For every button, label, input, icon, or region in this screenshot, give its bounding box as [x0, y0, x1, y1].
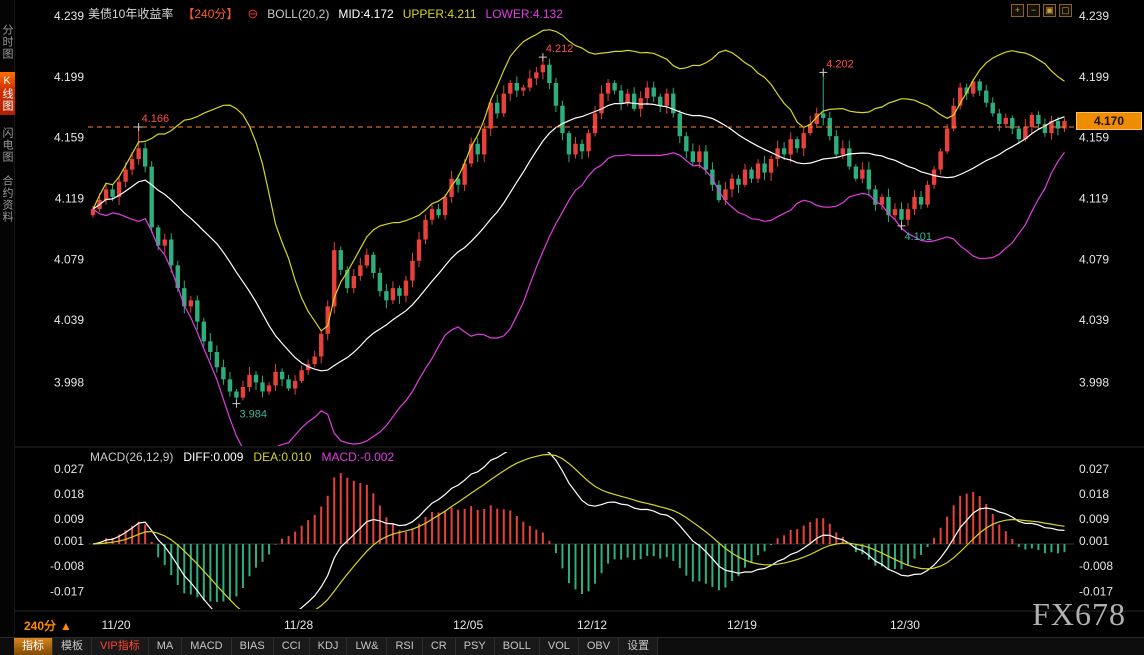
- ma-button[interactable]: MA: [149, 638, 183, 655]
- timeframe-text: 240分: [24, 617, 56, 634]
- left-chart-type-sidebar: 分时图 K线图闪电图合约资料: [0, 0, 15, 638]
- flash-chart-tab[interactable]: 闪电图: [0, 127, 14, 163]
- svg-text:4.212: 4.212: [546, 43, 574, 55]
- boll-lower-value: LOWER:4.132: [486, 7, 563, 21]
- svg-text:4.159: 4.159: [54, 131, 84, 145]
- svg-text:12/05: 12/05: [453, 618, 483, 632]
- vol-button[interactable]: VOL: [540, 638, 579, 655]
- boll-button[interactable]: BOLL: [495, 638, 540, 655]
- svg-text:4.239: 4.239: [1079, 9, 1109, 23]
- svg-text:0.027: 0.027: [54, 462, 84, 476]
- svg-text:4.079: 4.079: [54, 252, 84, 266]
- collapse-indicator-icon[interactable]: ⊖: [247, 8, 258, 20]
- obv-button[interactable]: OBV: [579, 638, 619, 655]
- merge-pane-icon[interactable]: ▢: [1059, 4, 1072, 17]
- macd-button[interactable]: MACD: [182, 638, 231, 655]
- svg-text:3.984: 3.984: [239, 409, 267, 421]
- zoom-out-icon[interactable]: −: [1027, 4, 1040, 17]
- timeframe-badge: 【240分】: [182, 5, 238, 22]
- candlestick-layer: [91, 30, 1067, 464]
- svg-text:12/30: 12/30: [890, 618, 920, 632]
- svg-text:-0.017: -0.017: [50, 584, 84, 598]
- svg-text:0.001: 0.001: [54, 534, 84, 548]
- settings-button[interactable]: 设置: [619, 638, 658, 655]
- timeframe-selector[interactable]: 240分 ▲: [24, 617, 72, 634]
- svg-text:4.039: 4.039: [1079, 313, 1109, 327]
- svg-text:-0.008: -0.008: [50, 559, 84, 573]
- split-pane-icon[interactable]: ▣: [1043, 4, 1056, 17]
- svg-text:3.998: 3.998: [54, 375, 84, 389]
- svg-text:4.202: 4.202: [826, 58, 854, 70]
- bottom-indicator-toolbar: 指标模板VIP指标MAMACDBIASCCIKDJLW&RSICRPSYBOLL…: [0, 637, 1144, 655]
- symbol-title: 美债10年收益率: [88, 5, 173, 22]
- svg-text:4.239: 4.239: [54, 9, 84, 23]
- svg-text:0.009: 0.009: [1079, 512, 1109, 526]
- lwr-button[interactable]: LW&: [347, 638, 387, 655]
- svg-text:4.119: 4.119: [55, 191, 84, 205]
- svg-text:12/19: 12/19: [727, 618, 757, 632]
- svg-text:4.039: 4.039: [54, 313, 84, 327]
- price-annotations: 4.166 4.212 4.202 4.101 3.984: [135, 43, 932, 421]
- templates-tab[interactable]: 模板: [53, 638, 92, 655]
- svg-text:4.079: 4.079: [1079, 252, 1109, 266]
- macd-params-label: MACD(26,12,9): [90, 450, 173, 464]
- macd-hist-value: MACD:-0.002: [321, 450, 394, 464]
- macd-layer: [88, 449, 1074, 634]
- svg-text:11/20: 11/20: [101, 618, 130, 632]
- zoom-in-icon[interactable]: +: [1011, 4, 1024, 17]
- svg-text:4.159: 4.159: [1079, 131, 1109, 145]
- svg-text:0.018: 0.018: [54, 487, 84, 501]
- timeshare-chart-tab[interactable]: 分时图: [0, 24, 14, 60]
- boll-upper-value: UPPER:4.211: [403, 7, 477, 21]
- contract-info-tab[interactable]: 合约资料: [0, 175, 14, 223]
- macd-dea-value: DEA:0.010: [253, 450, 311, 464]
- chart-canvas[interactable]: 4.166 4.212 4.202 4.101 3.984 4.239 4.239 4.199…: [0, 0, 1144, 655]
- boll-params-label: BOLL(20,2): [267, 7, 329, 21]
- svg-text:11/28: 11/28: [284, 618, 313, 632]
- bias-button[interactable]: BIAS: [232, 638, 274, 655]
- svg-text:0.018: 0.018: [1079, 487, 1109, 501]
- rsi-button[interactable]: RSI: [387, 638, 422, 655]
- macd-header: MACD(26,12,9) DIFF:0.009 DEA:0.010 MACD:…: [90, 450, 394, 464]
- svg-text:0.027: 0.027: [1079, 462, 1109, 476]
- indicators-tab[interactable]: 指标: [14, 638, 53, 655]
- svg-text:4.199: 4.199: [1079, 70, 1109, 84]
- svg-text:4.101: 4.101: [904, 231, 932, 243]
- svg-text:4.119: 4.119: [1079, 191, 1108, 205]
- vip-indicators-button[interactable]: VIP指标: [92, 638, 149, 655]
- chart-header: 美债10年收益率 【240分】 ⊖ BOLL(20,2) MID:4.172 U…: [88, 5, 563, 22]
- svg-text:4.199: 4.199: [54, 70, 84, 84]
- macd-diff-value: DIFF:0.009: [183, 450, 243, 464]
- trading-app: 4.166 4.212 4.202 4.101 3.984 4.239 4.239 4.199…: [0, 0, 1144, 655]
- svg-text:0.001: 0.001: [1079, 534, 1109, 548]
- up-arrow-icon: ▲: [60, 619, 72, 633]
- kdj-button[interactable]: KDJ: [310, 638, 348, 655]
- svg-text:4.166: 4.166: [142, 113, 170, 125]
- psy-button[interactable]: PSY: [456, 638, 495, 655]
- chart-layout-tools: +−▣▢: [1011, 4, 1072, 17]
- svg-text:3.998: 3.998: [1079, 375, 1109, 389]
- svg-text:12/12: 12/12: [577, 618, 607, 632]
- svg-text:-0.008: -0.008: [1079, 559, 1113, 573]
- cci-button[interactable]: CCI: [274, 638, 310, 655]
- watermark: FX678: [1032, 596, 1126, 633]
- cr-button[interactable]: CR: [423, 638, 456, 655]
- kline-chart-tab[interactable]: K线图: [0, 72, 15, 115]
- svg-text:0.009: 0.009: [54, 512, 84, 526]
- current-price-tag: 4.170: [1076, 112, 1142, 130]
- boll-mid-value: MID:4.172: [338, 7, 393, 21]
